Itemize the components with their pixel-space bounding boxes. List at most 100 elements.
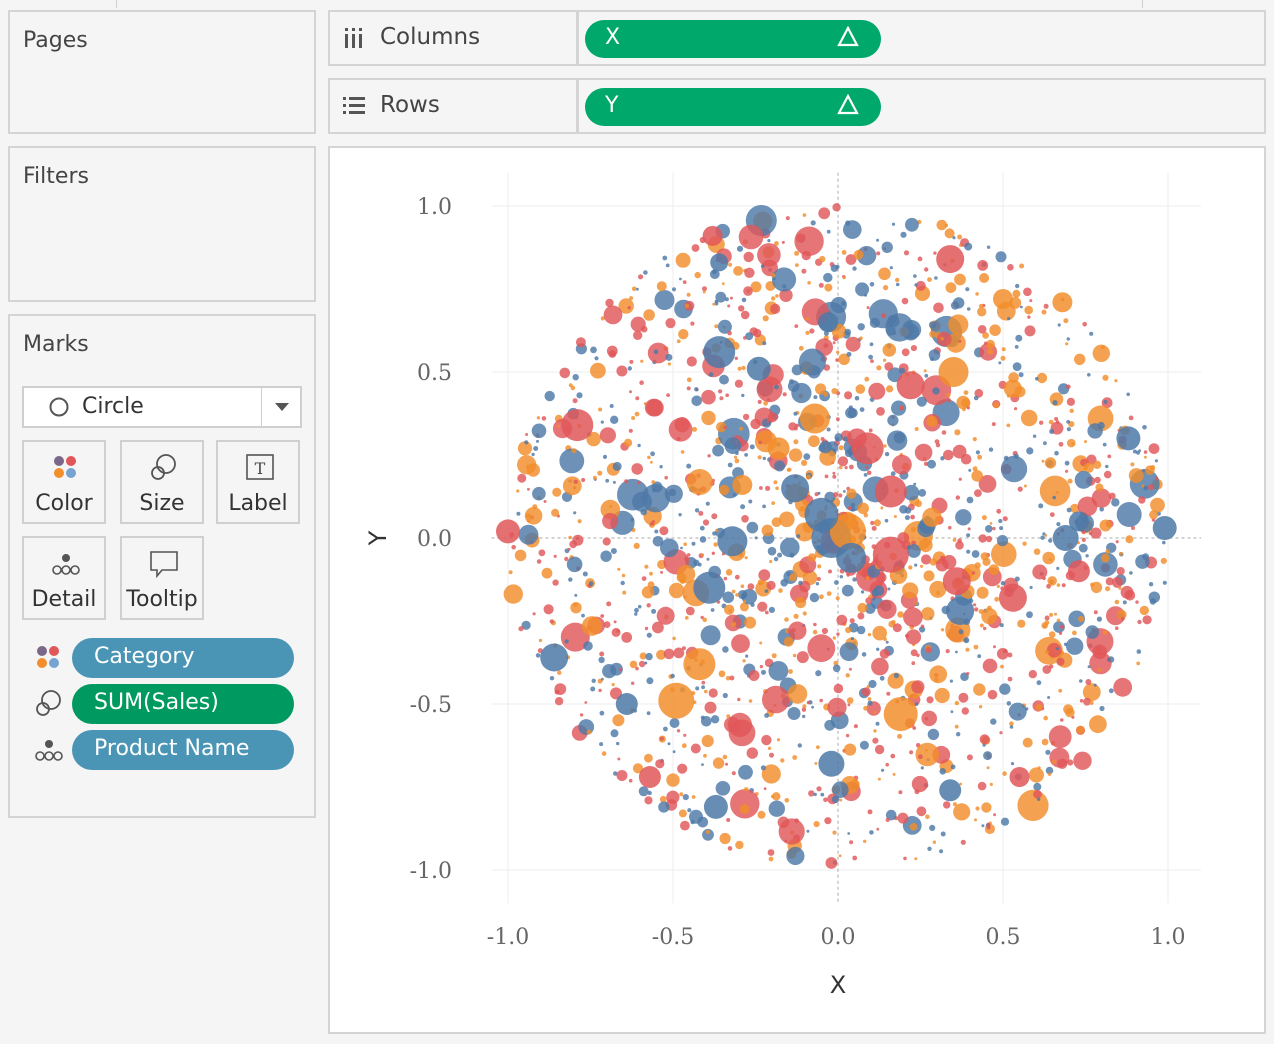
data-point [1054, 451, 1059, 456]
data-point [968, 527, 971, 530]
data-point [524, 440, 528, 444]
data-point [1135, 600, 1138, 603]
tooltip-button[interactable]: Tooltip [120, 536, 204, 620]
data-point [729, 720, 756, 747]
data-point [868, 809, 873, 814]
data-point [687, 356, 697, 366]
data-point [1056, 658, 1064, 666]
data-point [1048, 539, 1052, 543]
data-point [728, 463, 733, 468]
data-point [532, 487, 546, 501]
data-point [1052, 496, 1056, 500]
data-point [941, 832, 946, 837]
y-pill[interactable]: Y [585, 88, 881, 126]
data-point [905, 507, 912, 514]
data-point [961, 454, 972, 465]
data-point [918, 257, 923, 262]
scatter-plot[interactable]: 1.00.50.0-0.5-1.0-1.0-0.50.00.51.0XY [330, 148, 1264, 1032]
data-point [660, 571, 663, 574]
data-point [772, 517, 782, 527]
data-point [1155, 477, 1159, 481]
columns-shelf[interactable]: X [577, 10, 1266, 66]
chart-view[interactable]: 1.00.50.0-0.5-1.0-1.0-0.50.00.51.0XY [328, 146, 1266, 1034]
data-point [1001, 581, 1005, 585]
data-point [726, 714, 730, 718]
data-point [933, 841, 936, 844]
data-point [893, 623, 902, 632]
data-point [1107, 658, 1111, 662]
data-point [666, 773, 679, 786]
data-point [980, 624, 984, 628]
data-point [1163, 581, 1167, 585]
data-point [1103, 443, 1107, 447]
data-point [760, 665, 763, 668]
x-pill[interactable]: X [585, 20, 881, 58]
data-point [1024, 485, 1027, 488]
data-point [1129, 416, 1134, 421]
data-point [1100, 520, 1112, 532]
data-point [569, 383, 573, 387]
data-point [827, 428, 831, 432]
data-point [814, 793, 817, 796]
data-point [769, 661, 789, 681]
data-point [639, 661, 645, 667]
data-point [1065, 470, 1068, 473]
data-point [858, 323, 865, 330]
data-point [851, 637, 854, 640]
data-point [597, 471, 602, 476]
data-point [572, 535, 583, 546]
data-point [583, 641, 593, 651]
data-point [952, 236, 955, 239]
data-point [567, 557, 583, 573]
sum-sales-pill[interactable]: SUM(Sales) [72, 684, 294, 724]
data-point [966, 672, 969, 675]
data-point [1033, 435, 1036, 438]
detail-button[interactable]: Detail [22, 536, 106, 620]
data-point [1017, 620, 1025, 628]
data-point [1008, 677, 1013, 682]
data-point [532, 504, 537, 509]
data-point [712, 445, 724, 457]
data-point [802, 251, 811, 260]
data-point [836, 351, 839, 354]
data-point [539, 639, 542, 642]
data-point [982, 515, 987, 520]
data-point [644, 662, 647, 665]
mark-type-dropdown[interactable]: Circle [22, 386, 302, 428]
product-name-pill[interactable]: Product Name [72, 730, 294, 770]
data-point [564, 557, 568, 561]
color-button[interactable]: Color [22, 440, 106, 524]
delta-icon [837, 94, 859, 116]
data-point [854, 724, 858, 728]
data-point [1001, 356, 1006, 361]
data-point [912, 726, 916, 730]
data-point [537, 416, 540, 419]
data-point [784, 617, 789, 622]
data-point [768, 547, 777, 556]
data-point [578, 519, 582, 523]
data-point [1145, 465, 1155, 475]
data-point [741, 394, 744, 397]
data-point [758, 400, 762, 404]
data-point [645, 627, 648, 630]
category-pill[interactable]: Category [72, 638, 294, 678]
data-point [659, 465, 662, 468]
data-point [833, 492, 838, 497]
filters-card[interactable]: Filters [8, 146, 316, 302]
size-button[interactable]: Size [120, 440, 204, 524]
data-point [669, 489, 677, 497]
data-point [834, 684, 844, 694]
data-point [701, 390, 716, 405]
data-point [607, 346, 618, 357]
data-point [590, 347, 597, 354]
product-name-pill-label: Product Name [94, 736, 249, 761]
data-point [814, 821, 820, 827]
pages-card[interactable]: Pages [8, 10, 316, 134]
data-point [686, 464, 691, 469]
label-button[interactable]: T Label [216, 440, 300, 524]
data-point [915, 602, 919, 606]
rows-shelf[interactable]: Y [577, 78, 1266, 134]
data-point [681, 450, 685, 454]
data-point [1115, 626, 1119, 630]
data-point [711, 513, 717, 519]
